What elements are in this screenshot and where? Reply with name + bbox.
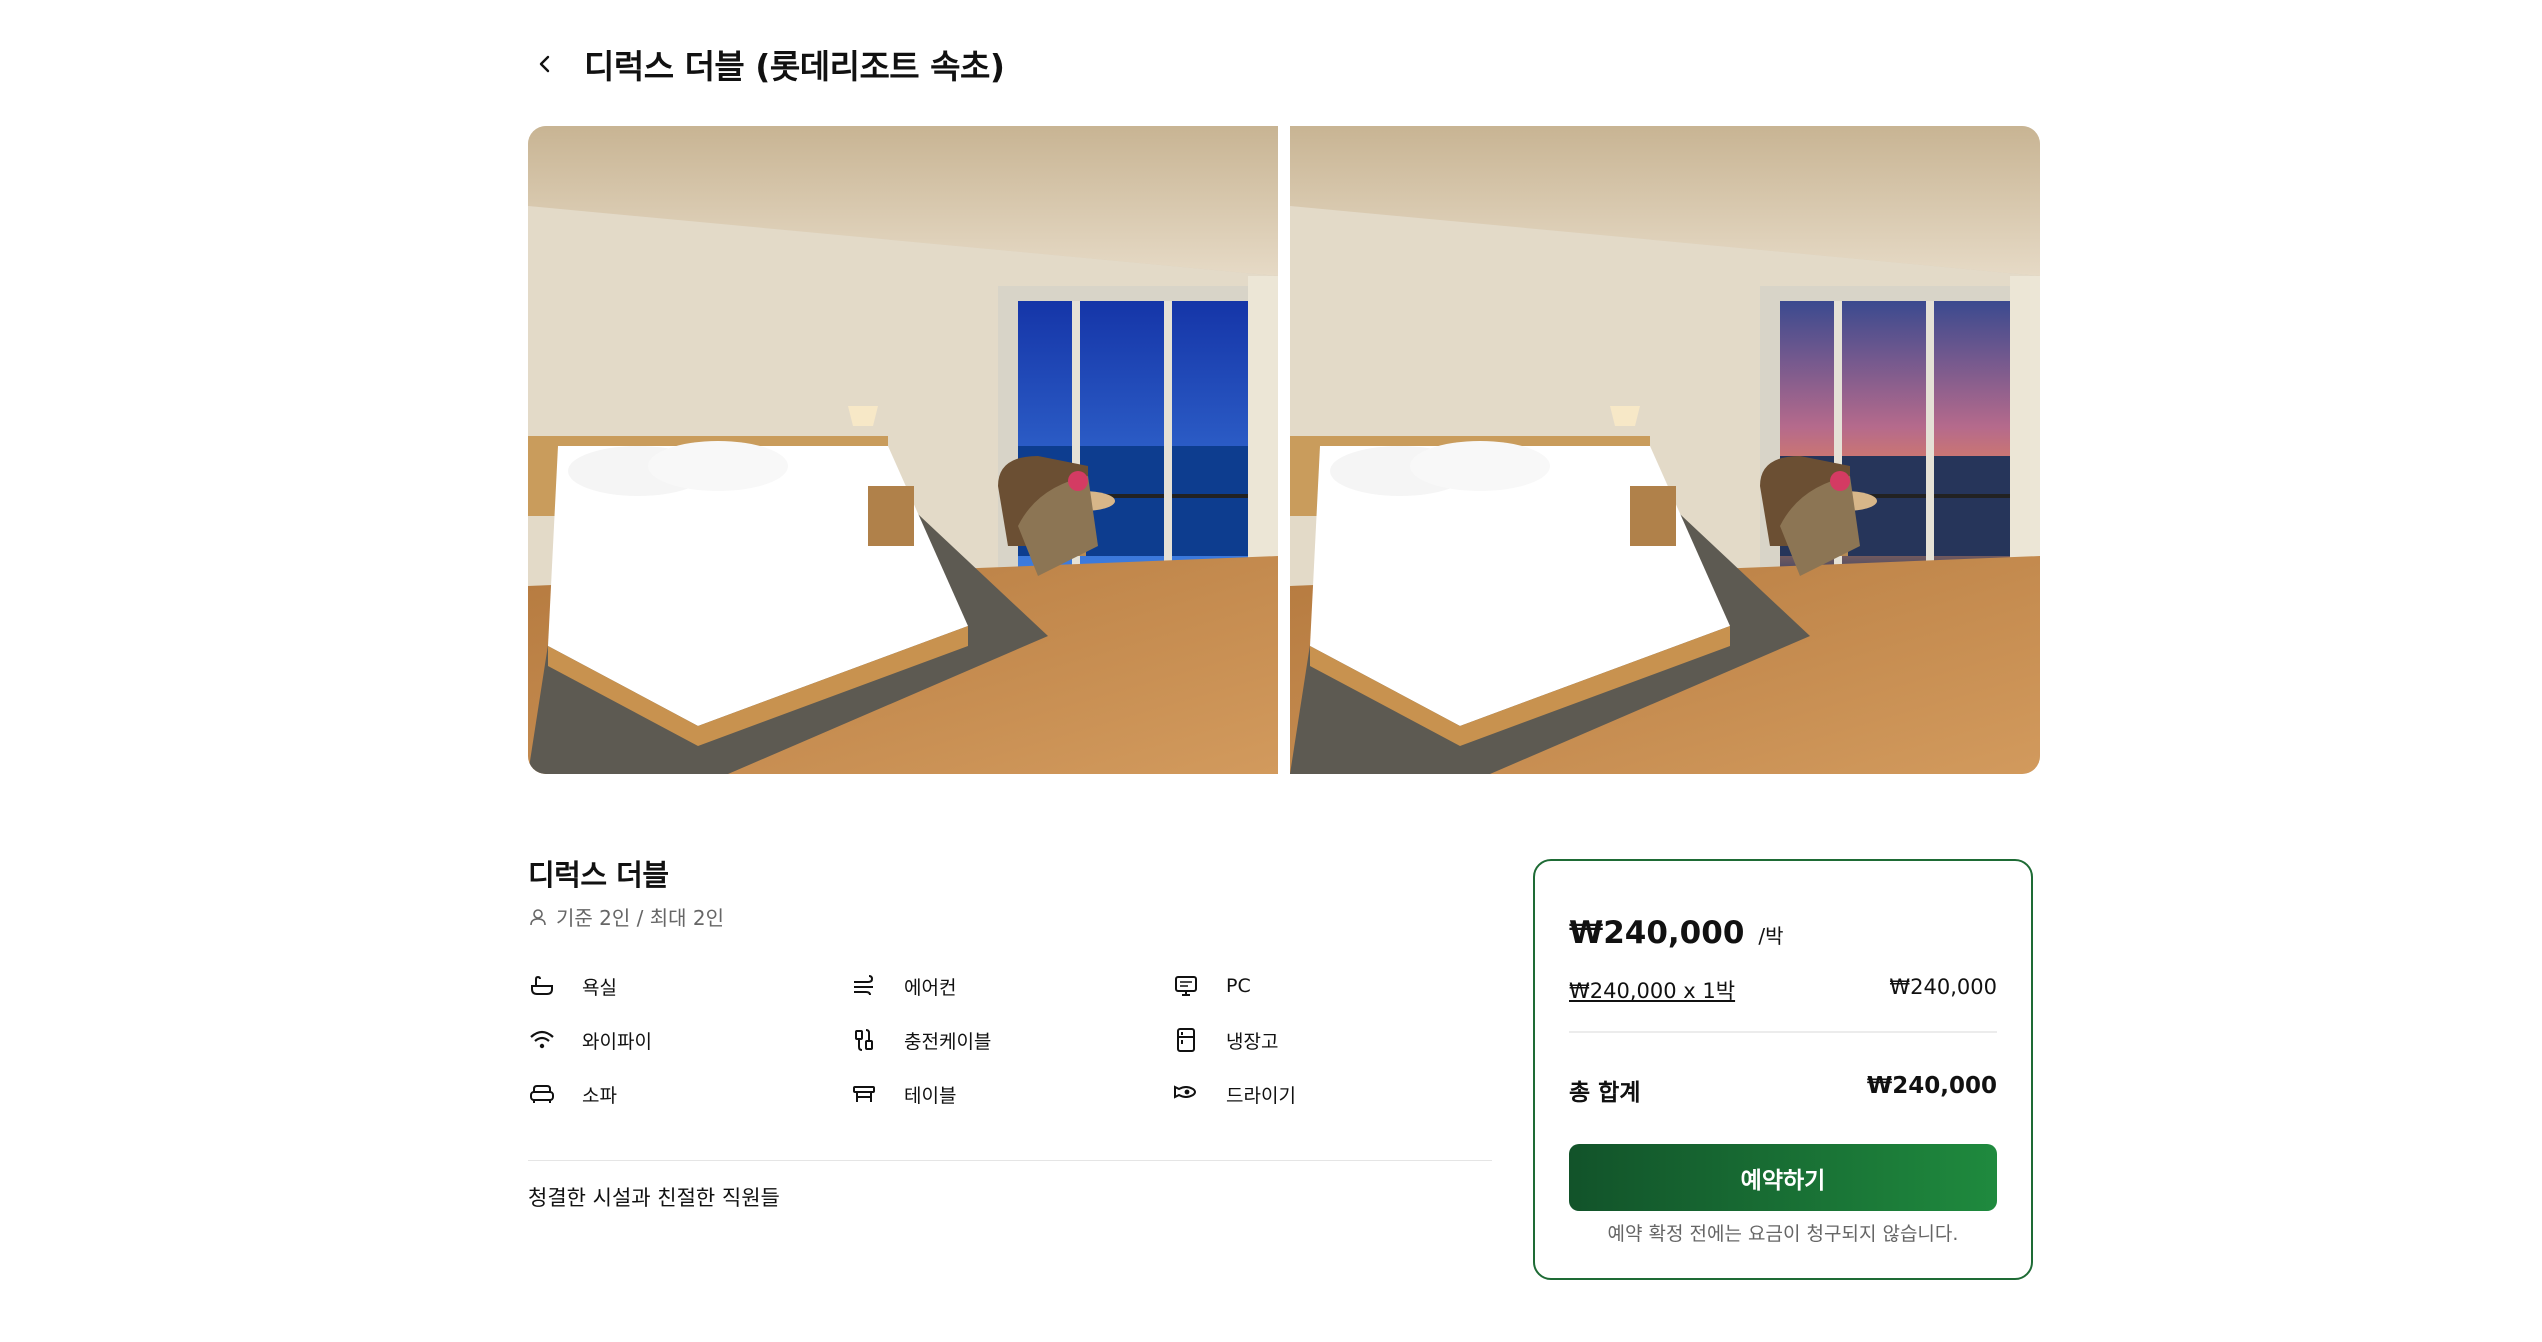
room-photo-day[interactable]: [528, 126, 1278, 774]
amenity-refrigerator: 냉장고: [1172, 1026, 1492, 1054]
monitor-icon: [1172, 972, 1200, 1000]
sofa-icon: [528, 1080, 556, 1108]
wind-icon: [850, 972, 878, 1000]
amenity-pc: PC: [1172, 972, 1492, 1000]
booking-card: ₩240,000 /박 ₩240,000 x 1박 ₩240,000 총 합계 …: [1533, 859, 2033, 1280]
photo-gallery: [528, 126, 2040, 774]
nightly-price: ₩240,000: [1569, 915, 1745, 951]
amenity-sofa: 소파: [528, 1080, 850, 1108]
occupancy-text: 기준 2인 / 최대 2인: [556, 906, 725, 930]
reserve-button[interactable]: 예약하기: [1569, 1144, 1997, 1211]
price-calculation-row: ₩240,000 x 1박 ₩240,000: [1569, 975, 1997, 1005]
back-button[interactable]: [528, 47, 562, 81]
card-divider: [1569, 1031, 1997, 1033]
occupancy-info: 기준 2인 / 최대 2인: [528, 902, 724, 931]
page-title: 디럭스 더블 (롯데리조트 속초): [584, 47, 1005, 86]
chevron-left-icon: [539, 55, 550, 73]
price-unit: /박: [1758, 924, 1784, 948]
room-description: 청결한 시설과 친절한 직원들: [528, 1186, 780, 1210]
total-label: 총 합계: [1569, 1080, 1641, 1106]
bathtub-icon: [528, 972, 556, 1000]
price-row: ₩240,000 /박: [1569, 915, 1784, 951]
amenity-bathroom: 욕실: [528, 972, 850, 1000]
section-divider: [528, 1160, 1492, 1161]
room-name: 디럭스 더블: [528, 858, 669, 892]
amenity-charging-cable: 충전케이블: [850, 1026, 1172, 1054]
amenity-table: 테이블: [850, 1080, 1172, 1108]
total-row: 총 합계 ₩240,000: [1569, 1073, 1997, 1107]
price-calculation-link[interactable]: ₩240,000 x 1박: [1569, 975, 1735, 1005]
amenity-air-conditioner: 에어컨: [850, 972, 1172, 1000]
wifi-icon: [528, 1026, 556, 1054]
refrigerator-icon: [1172, 1026, 1200, 1054]
total-value: ₩240,000: [1866, 1073, 1997, 1099]
amenity-wifi: 와이파이: [528, 1026, 850, 1054]
room-photo-sunset[interactable]: [1290, 126, 2040, 774]
price-calculation-value: ₩240,000: [1889, 975, 1997, 999]
page-header: 디럭스 더블 (롯데리조트 속초): [528, 38, 1005, 90]
table-icon: [850, 1080, 878, 1108]
amenity-hair-dryer: 드라이기: [1172, 1080, 1492, 1108]
cable-icon: [850, 1026, 878, 1054]
hair-dryer-icon: [1172, 1080, 1200, 1108]
amenity-list: 욕실 에어컨 PC 와이파이 충전케이블 냉장고 소파 테이블 드라이기: [528, 972, 1492, 1108]
booking-notice: 예약 확정 전에는 요금이 청구되지 않습니다.: [1607, 1223, 1959, 1245]
person-icon: [530, 908, 546, 925]
